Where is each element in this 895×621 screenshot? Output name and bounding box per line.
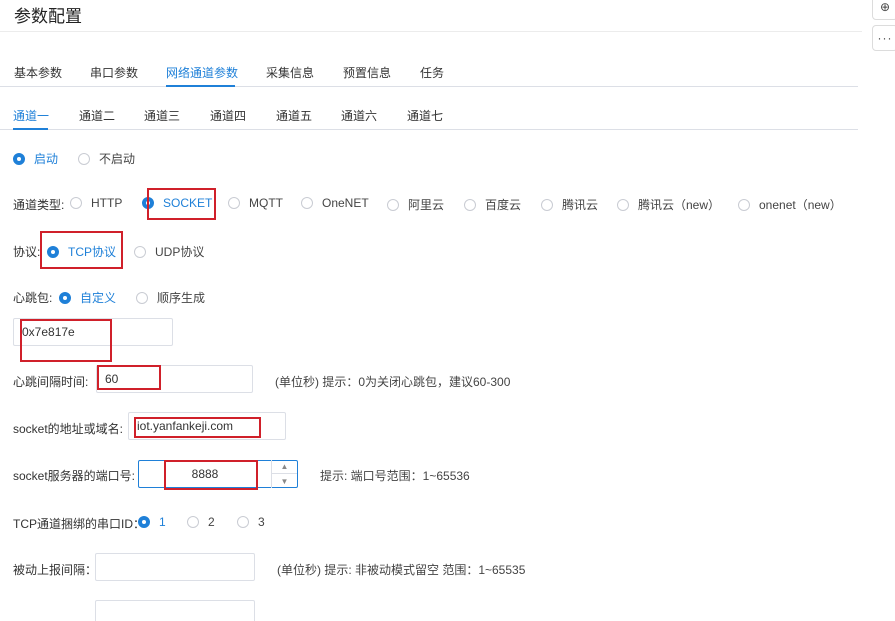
radio-dot (13, 152, 25, 165)
radio-channel-aliyun[interactable]: 阿里云 (387, 196, 444, 213)
socket-address-label: socket的地址或域名: (13, 422, 124, 436)
radio-enable-on[interactable]: 启动 (13, 150, 58, 167)
radio-heartbeat-sequential[interactable]: 顺序生成 (136, 289, 205, 306)
main-tabs-divider (0, 86, 858, 87)
radio-channel-socket[interactable]: SOCKET (142, 196, 212, 210)
radio-enable-off[interactable]: 不启动 (78, 150, 135, 167)
tab-collection-info[interactable]: 采集信息 (266, 64, 314, 81)
tab-tasks[interactable]: 任务 (420, 64, 444, 81)
passive-report-label: 被动上报间隔： (13, 563, 98, 577)
stepper-up-icon[interactable]: ▲ (272, 460, 297, 474)
radio-serial-2[interactable]: 2 (187, 515, 215, 529)
heartbeat-label: 心跳包: (13, 291, 53, 305)
more-options-icon[interactable]: ··· (872, 25, 895, 51)
tab-channel-5[interactable]: 通道五 (276, 107, 312, 124)
heartbeat-interval-hint: (单位秒) 提示：0为关闭心跳包，建议60-300 (275, 375, 511, 389)
radio-channel-onenet-new[interactable]: onenet（new） (738, 196, 842, 213)
channel-type-label: 通道类型: (13, 198, 65, 212)
zoom-icon[interactable]: ⊕ (872, 0, 895, 20)
title-divider (0, 31, 862, 32)
heartbeat-interval-input[interactable] (96, 365, 253, 393)
tab-channel-3[interactable]: 通道三 (144, 107, 180, 124)
radio-channel-mqtt[interactable]: MQTT (228, 196, 283, 210)
tab-serial-params[interactable]: 串口参数 (90, 64, 138, 81)
tab-channel-7[interactable]: 通道七 (407, 107, 443, 124)
heartbeat-value-input[interactable] (13, 318, 173, 346)
socket-port-hint: 提示: 端口号范围：1~65536 (320, 469, 470, 483)
passive-report-input[interactable] (95, 553, 255, 581)
radio-channel-baiduyun[interactable]: 百度云 (464, 196, 521, 213)
next-field-input[interactable] (95, 600, 255, 621)
tab-preset-info[interactable]: 预置信息 (343, 64, 391, 81)
port-stepper-controls: ▲ ▼ (271, 460, 297, 488)
heartbeat-interval-label: 心跳间隔时间: (13, 375, 89, 389)
radio-channel-tencent[interactable]: 腾讯云 (541, 196, 598, 213)
tab-basic-params[interactable]: 基本参数 (14, 64, 62, 81)
radio-heartbeat-custom[interactable]: 自定义 (59, 289, 116, 306)
page-title: 参数配置 (14, 7, 82, 26)
radio-serial-1[interactable]: 1 (138, 515, 166, 529)
passive-report-hint: (单位秒) 提示: 非被动模式留空 范围：1~65535 (277, 563, 526, 577)
radio-channel-onenet[interactable]: OneNET (301, 196, 369, 210)
main-tab-active-indicator (166, 85, 235, 87)
channel-tab-active-indicator (13, 128, 48, 130)
radio-channel-http[interactable]: HTTP (70, 196, 122, 210)
tab-channel-4[interactable]: 通道四 (210, 107, 246, 124)
protocol-label: 协议: (13, 245, 41, 259)
tab-channel-1[interactable]: 通道一 (13, 107, 49, 124)
stepper-down-icon[interactable]: ▼ (272, 474, 297, 488)
radio-protocol-tcp[interactable]: TCP协议 (47, 243, 116, 260)
radio-dot (78, 152, 90, 165)
radio-protocol-udp[interactable]: UDP协议 (134, 243, 204, 260)
radio-serial-3[interactable]: 3 (237, 515, 265, 529)
tab-network-channel-params[interactable]: 网络通道参数 (166, 64, 238, 81)
tab-channel-2[interactable]: 通道二 (79, 107, 115, 124)
serial-id-label: TCP通道捆绑的串口ID： (13, 517, 146, 531)
socket-port-label: socket服务器的端口号: (13, 469, 136, 483)
socket-address-input[interactable] (128, 412, 286, 440)
tab-channel-6[interactable]: 通道六 (341, 107, 377, 124)
radio-channel-tencent-new[interactable]: 腾讯云（new） (617, 196, 720, 213)
channel-tabs-divider (0, 129, 858, 130)
